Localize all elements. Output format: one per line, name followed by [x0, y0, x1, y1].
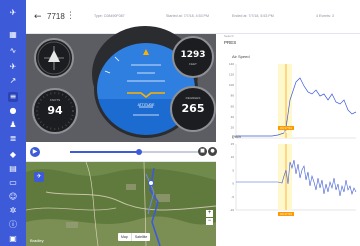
airspeed-chart: 140120100806040200: [229, 62, 357, 140]
map-layer-button[interactable]: ✈: [34, 172, 44, 182]
event-count: 4 Events: 3: [316, 14, 334, 18]
y-tick-label: -5: [231, 195, 234, 199]
plane-icon[interactable]: ✈: [8, 62, 18, 72]
charts-header: PRES: [224, 40, 237, 45]
tag-icon[interactable]: ◆: [8, 150, 18, 160]
settings-icon[interactable]: ✲: [8, 206, 18, 216]
start-time: Started at: 7/7/18, 4:53 PM: [166, 14, 209, 18]
person-icon[interactable]: ♟: [8, 120, 18, 130]
map-toggle: Map Satellite: [118, 233, 151, 241]
y-tick-label: 5: [232, 168, 234, 172]
route-icon[interactable]: ↗: [8, 76, 18, 86]
y-tick-label: 80: [231, 94, 235, 98]
document-icon[interactable]: ▤: [8, 164, 18, 174]
zoom-out-button[interactable]: −: [206, 218, 213, 225]
pitch-chart: 15 10 5 0 -5 -10: [230, 142, 357, 212]
airspeed-value: 94: [47, 104, 63, 117]
timeline-handle[interactable]: [136, 149, 143, 155]
y-tick-label: 120: [229, 73, 234, 77]
satellite-view-button[interactable]: Satellite: [130, 233, 150, 241]
map-footer: Bradley: [30, 238, 44, 243]
snapshot-button[interactable]: ●: [208, 147, 217, 156]
timeline-progress: [70, 151, 140, 153]
y-tick-label: 0: [232, 182, 234, 186]
play-button[interactable]: ▶: [30, 147, 40, 157]
flight-icon[interactable]: ▭: [8, 178, 18, 188]
zoom-in-button[interactable]: +: [206, 210, 213, 217]
stop-button[interactable]: ■: [198, 147, 207, 156]
stack-icon[interactable]: ≣: [8, 134, 18, 144]
y-tick-label: -10: [230, 208, 235, 212]
flight-map[interactable]: ✈ Map Satellite + − Bradley: [26, 162, 216, 246]
airspeed-chart-title: Air Speed: [232, 54, 250, 59]
airspeed-gauge: 94 KNOTS: [32, 88, 78, 134]
heading-gauge: 265 DEGREES: [170, 86, 216, 132]
aircraft-type: Type: C08490F087: [94, 14, 125, 18]
altitude-gauge: 1293 FEET: [172, 36, 214, 78]
top-bar: ← 7718 ⋮ Type: C08490F087 Started at: 7/…: [26, 0, 360, 34]
y-tick-label: 40: [231, 115, 235, 119]
info-icon[interactable]: ⓘ: [8, 220, 18, 230]
airspeed-series: [236, 77, 357, 137]
pitch-chart-title: Pitch: [232, 134, 241, 139]
sidebar: ✈ ▦ ∿ ✈ ↗ ≡ ● ♟ ≣ ◆ ▤ ▭ ☺ ✲ ⓘ ▣: [0, 0, 26, 246]
y-tick-label: 20: [231, 125, 235, 129]
location-icon[interactable]: ●: [8, 106, 18, 116]
y-tick-label: 10: [231, 155, 235, 159]
aircraft-position-icon: [148, 180, 154, 186]
y-tick-label: 140: [229, 62, 234, 66]
charts-panel: Search PRES Air Speed 140 120 100 80 60 40 20 0…: [220, 34, 360, 246]
altitude-value: 1293: [180, 50, 206, 60]
tachometer-gauge: [34, 38, 74, 78]
map-view-button[interactable]: Map: [118, 233, 131, 241]
y-tick-label: 100: [229, 83, 234, 87]
y-tick-label: 60: [231, 104, 235, 108]
instrument-panel: 94 KNOTS ATTITUDE 1293 FEET 265 DEGREES: [26, 26, 216, 142]
heading-unit: DEGREES: [185, 96, 201, 100]
pitch-cursor-label: 04:17:54 PM: [278, 212, 294, 220]
logo-icon[interactable]: ✈: [8, 8, 18, 18]
airspeed-cursor-label: 04:17:54 PM: [278, 126, 294, 134]
grid-icon[interactable]: ▣: [8, 234, 18, 244]
airspeed-unit: KNOTS: [49, 98, 61, 102]
user-icon[interactable]: ☺: [8, 192, 18, 202]
more-icon[interactable]: ⋮: [66, 11, 75, 21]
timeline-slider[interactable]: [70, 149, 198, 155]
timeline-icon[interactable]: ≡: [8, 92, 18, 102]
y-tick-label: 15: [231, 142, 235, 146]
chart-icon[interactable]: ∿: [8, 46, 18, 56]
altitude-unit: FEET: [189, 62, 197, 66]
dashboard-icon[interactable]: ▦: [8, 30, 18, 40]
playback-bar: ▶ ■ ●: [26, 142, 217, 162]
back-icon[interactable]: ←: [34, 12, 42, 22]
charts-search-label: Search: [224, 34, 234, 38]
end-time: Ended at: 7/7/18, 5:53 PM: [232, 14, 274, 18]
heading-value: 265: [181, 102, 205, 115]
flight-id: 7718: [47, 12, 65, 21]
pitch-series: [236, 159, 357, 197]
